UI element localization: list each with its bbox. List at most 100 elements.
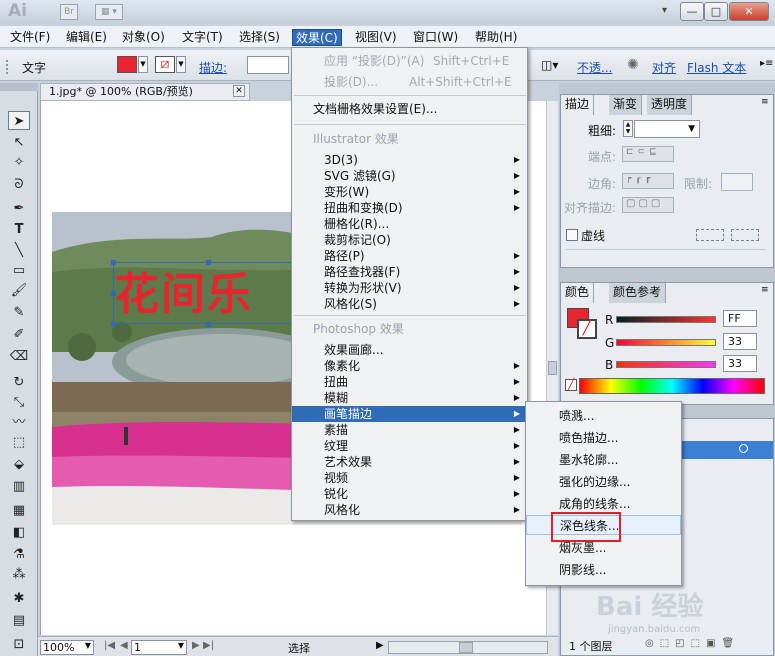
document-tab[interactable]: 1.jpg* @ 100% (RGB/预览) ✕ xyxy=(40,83,250,101)
corner-buttons[interactable]: ┍┎┏ xyxy=(622,173,674,189)
channel-r-slider[interactable] xyxy=(616,316,716,323)
control-bar-menu-icon[interactable]: ▸≡ xyxy=(760,58,773,69)
workspace-switcher[interactable]: ▦ ▾ xyxy=(95,4,123,20)
column-graph-tool-icon[interactable]: ▤ xyxy=(8,611,30,630)
menu-path[interactable]: 路径(P) ▶ xyxy=(292,248,527,264)
tab-gradient[interactable]: 渐变 xyxy=(609,95,643,115)
menu-last-effect[interactable]: 投影(D)... Alt+Shift+Ctrl+E xyxy=(292,74,527,90)
selection-handle[interactable] xyxy=(206,260,211,265)
submenu-angled-strokes[interactable]: 成角的线条... xyxy=(526,494,681,514)
tab-color[interactable]: 颜色 xyxy=(561,283,595,303)
zoom-field[interactable]: 100% ▼ xyxy=(40,640,94,655)
stroke-label[interactable]: 描边: xyxy=(199,59,227,76)
page-field[interactable]: 1 ▼ xyxy=(131,640,187,655)
menu-effect-gallery[interactable]: 效果画廊... xyxy=(292,342,527,358)
menu-type[interactable]: 文字(T) xyxy=(179,29,226,46)
channel-b-slider[interactable] xyxy=(616,361,716,368)
submenu-ink-outlines[interactable]: 墨水轮廓... xyxy=(526,450,681,470)
color-panel-menu-icon[interactable]: ≡ xyxy=(761,285,769,295)
menu-brush-strokes[interactable]: 画笔描边 ▶ xyxy=(292,406,527,422)
limit-field[interactable] xyxy=(721,173,753,191)
menu-svg-filters[interactable]: SVG 滤镜(G) ▶ xyxy=(292,168,527,184)
close-button[interactable]: ✕ xyxy=(729,2,769,21)
menu-distort-transform[interactable]: 扭曲和变换(D) ▶ xyxy=(292,200,527,216)
status-menu-icon[interactable]: ▶ xyxy=(376,640,384,651)
submenu-spatter[interactable]: 喷溅... xyxy=(526,406,681,426)
layer-footer-icons[interactable]: ◎⬚◰⬚▣🗑 xyxy=(645,638,740,649)
paintbrush-tool-icon[interactable]: 🖌 xyxy=(8,281,30,300)
menu-select[interactable]: 选择(S) xyxy=(236,29,283,46)
menu-stylize-ai[interactable]: 风格化(S) ▶ xyxy=(292,296,527,312)
next-page-icon[interactable]: ▶ xyxy=(192,640,200,651)
selection-tool-icon[interactable]: ➤ xyxy=(8,111,30,130)
last-page-icon[interactable]: ▶| xyxy=(203,640,214,651)
dash-gap-fields[interactable] xyxy=(566,249,766,261)
menu-warp[interactable]: 变形(W) ▶ xyxy=(292,184,527,200)
menu-document-raster-settings[interactable]: 文档栅格效果设置(E)... xyxy=(292,101,527,117)
menu-rasterize[interactable]: 栅格化(R)... xyxy=(292,216,527,232)
panel-menu-icon[interactable]: ≡ xyxy=(761,97,769,107)
submenu-accented-edges[interactable]: 强化的边缘... xyxy=(526,472,681,492)
free-transform-tool-icon[interactable]: ⬚ xyxy=(8,433,30,452)
flash-text-link[interactable]: Flash 文本 xyxy=(687,59,746,76)
menu-apply-last-effect[interactable]: 应用 “投影(D)”(A) Shift+Ctrl+E xyxy=(292,53,527,69)
maximize-button[interactable]: □ xyxy=(704,2,728,21)
menu-file[interactable]: 文件(F) xyxy=(7,29,53,46)
recolor-icon[interactable]: ✺ xyxy=(627,57,639,73)
fill-swatch[interactable] xyxy=(117,56,137,73)
stroke-color-swatch[interactable]: ╱ xyxy=(577,319,597,339)
menu-3d[interactable]: 3D(3) ▶ xyxy=(292,152,527,168)
menu-texture[interactable]: 纹理 ▶ xyxy=(292,438,527,454)
first-page-icon[interactable]: |◀ xyxy=(104,640,115,651)
scale-tool-icon[interactable]: ⤡ xyxy=(8,393,30,412)
menu-convert-to-shape[interactable]: 转换为形状(V) ▶ xyxy=(292,280,527,296)
fill-dropdown[interactable]: ▼ xyxy=(138,56,148,73)
menu-crop-marks[interactable]: 裁剪标记(O) xyxy=(292,232,527,248)
symbol-sprayer-tool-icon[interactable]: ✱ xyxy=(8,589,30,608)
blend-tool-icon[interactable]: ⁂ xyxy=(8,565,30,584)
warp-tool-icon[interactable]: 〰 xyxy=(8,413,30,432)
pen-tool-icon[interactable]: ✒ xyxy=(8,199,30,218)
menu-pathfinder[interactable]: 路径查找器(F) ▶ xyxy=(292,264,527,280)
style-icon[interactable]: ◫▾ xyxy=(541,58,558,72)
selection-bounding-box[interactable] xyxy=(113,262,303,324)
shape-builder-tool-icon[interactable]: ⬙ xyxy=(8,455,30,474)
selection-handle[interactable] xyxy=(111,322,116,327)
menu-stylize-ps[interactable]: 风格化 ▶ xyxy=(292,502,527,518)
menu-artistic[interactable]: 艺术效果 ▶ xyxy=(292,454,527,470)
menu-sharpen[interactable]: 锐化 ▶ xyxy=(292,486,527,502)
eyedropper-tool-icon[interactable]: ⚗ xyxy=(8,545,30,564)
menu-view[interactable]: 视图(V) xyxy=(352,29,400,46)
stroke-dropdown[interactable]: ▼ xyxy=(176,56,186,73)
layer-target-icon[interactable] xyxy=(739,444,748,453)
menu-blur[interactable]: 模糊 ▶ xyxy=(292,390,527,406)
lasso-tool-icon[interactable]: ᘐ xyxy=(8,175,30,194)
channel-r-value[interactable]: FF xyxy=(723,310,757,327)
mesh-tool-icon[interactable]: ▦ xyxy=(8,501,30,520)
channel-g-slider[interactable] xyxy=(616,339,716,346)
direct-selection-tool-icon[interactable]: ↖ xyxy=(8,133,30,152)
menu-object[interactable]: 对象(O) xyxy=(119,29,168,46)
menu-sketch[interactable]: 素描 ▶ xyxy=(292,422,527,438)
tab-color-guide[interactable]: 颜色参考 xyxy=(609,283,667,303)
close-tab-icon[interactable]: ✕ xyxy=(233,85,245,97)
magic-wand-tool-icon[interactable]: ✧ xyxy=(8,153,30,172)
dash-preset-2[interactable] xyxy=(731,229,759,241)
type-tool-icon[interactable]: T xyxy=(8,220,30,239)
menu-video[interactable]: 视频 ▶ xyxy=(292,470,527,486)
pencil-tool-icon[interactable]: ✎ xyxy=(8,303,30,322)
selection-handle[interactable] xyxy=(111,291,116,296)
horizontal-scrollbar[interactable] xyxy=(388,641,548,654)
channel-g-value[interactable]: 33 xyxy=(723,333,757,350)
tab-transparency[interactable]: 透明度 xyxy=(647,95,693,115)
gradient-tool-icon[interactable]: ◧ xyxy=(8,523,30,542)
artboard-tool-icon[interactable]: ⊡ xyxy=(8,635,30,654)
stroke-none-swatch[interactable]: ⧄ xyxy=(155,56,175,73)
submenu-sprayed-strokes[interactable]: 喷色描边... xyxy=(526,428,681,448)
blob-brush-tool-icon[interactable]: ✐ xyxy=(8,325,30,344)
minimize-button[interactable]: — xyxy=(680,2,704,21)
tab-stroke[interactable]: 描边 xyxy=(561,95,595,115)
channel-b-value[interactable]: 33 xyxy=(723,355,757,372)
menu-effect[interactable]: 效果(C) xyxy=(292,29,342,46)
menu-distort[interactable]: 扭曲 ▶ xyxy=(292,374,527,390)
